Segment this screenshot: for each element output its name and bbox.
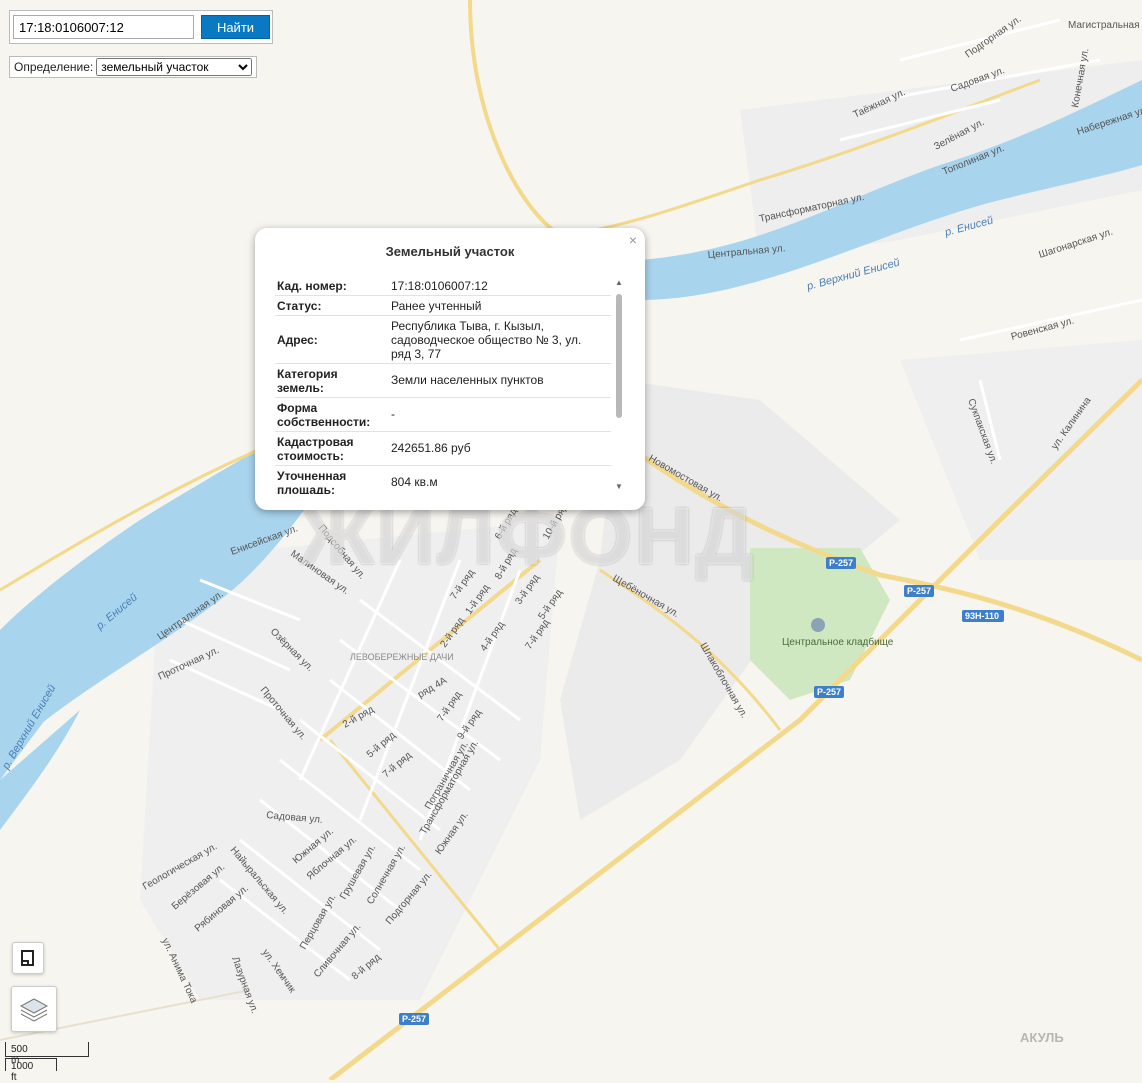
table-row: Форма собственности: - [275,398,611,432]
definition-label: Определение: [14,60,94,74]
row-value: 804 кв.м [391,475,438,489]
route-shield: Р-257 [399,1013,429,1025]
row-key: Статус: [277,299,322,313]
parcel-info-table[interactable]: Кад. номер: 17:18:0106007:12 Статус: Ранее… [275,276,611,494]
row-value: Республика Тыва, г. Кызыл, садоводческое… [391,319,582,361]
cemetery-icon [811,618,825,632]
table-row: Адрес: Республика Тыва, г. Кызыл, садовод… [275,316,611,364]
scroll-up-icon[interactable]: ▲ [614,278,624,288]
row-value: 242651.86 руб [391,441,471,455]
route-shield: Р-257 [814,686,844,698]
popup-scrollbar[interactable]: ▲ ▼ [614,278,624,492]
row-key: Уточненная площадь: [277,469,347,494]
search-panel: Найти [9,10,273,44]
route-shield: Р-257 [826,557,856,569]
route-shield: Р-257 [904,585,934,597]
popup-title: Земельный участок [385,244,515,259]
row-value: 17:18:0106007:12 [391,279,488,293]
scroll-down-icon[interactable]: ▼ [614,482,624,492]
parcel-popup: × Земельный участок Кад. номер: 17:18:010… [255,228,645,510]
svg-text:Р-257: Р-257 [402,1014,426,1024]
table-row: Категория земель: Земли населенных пункто… [275,364,611,398]
table-row: Статус: Ранее учтенный [275,296,611,316]
row-key: Кадастровая стоимость: [277,435,354,463]
svg-text:Р-257: Р-257 [829,558,853,568]
row-value: Земли населенных пунктов [391,373,544,387]
find-button[interactable]: Найти [201,15,270,39]
area-label: Центральное кладбище [782,636,894,648]
corner-watermark: АКУЛЬ [1020,1030,1064,1045]
table-row: Уточненная площадь: 804 кв.м [275,466,611,494]
row-key: Адрес: [277,333,318,347]
area-label: ЛЕВОБЕРЕЖНЫЕ ДАЧИ [350,652,454,662]
row-key: Форма собственности: [277,401,371,429]
definition-panel: Определение: земельный участок [9,56,257,78]
row-value: Ранее учтенный [391,299,482,313]
cadastral-search-input[interactable] [13,15,194,39]
svg-text:Р-257: Р-257 [907,586,931,596]
row-key: Кад. номер: [277,279,347,293]
ruler-button[interactable] [12,942,44,974]
table-row: Кадастровая стоимость: 242651.86 руб [275,432,611,466]
route-shield: 93Н-110 [962,610,1004,622]
layers-icon [19,998,49,1022]
definition-select[interactable]: земельный участок [96,58,253,76]
layers-button[interactable] [11,986,57,1032]
table-row: Кад. номер: 17:18:0106007:12 [275,276,611,296]
row-key: Категория земель: [277,367,338,395]
street-label: Магистральная ул. [1068,20,1142,31]
ruler-icon [21,950,34,966]
svg-text:Р-257: Р-257 [817,687,841,697]
row-value: - [391,407,395,421]
scroll-thumb[interactable] [616,294,622,418]
svg-text:93Н-110: 93Н-110 [965,611,999,621]
